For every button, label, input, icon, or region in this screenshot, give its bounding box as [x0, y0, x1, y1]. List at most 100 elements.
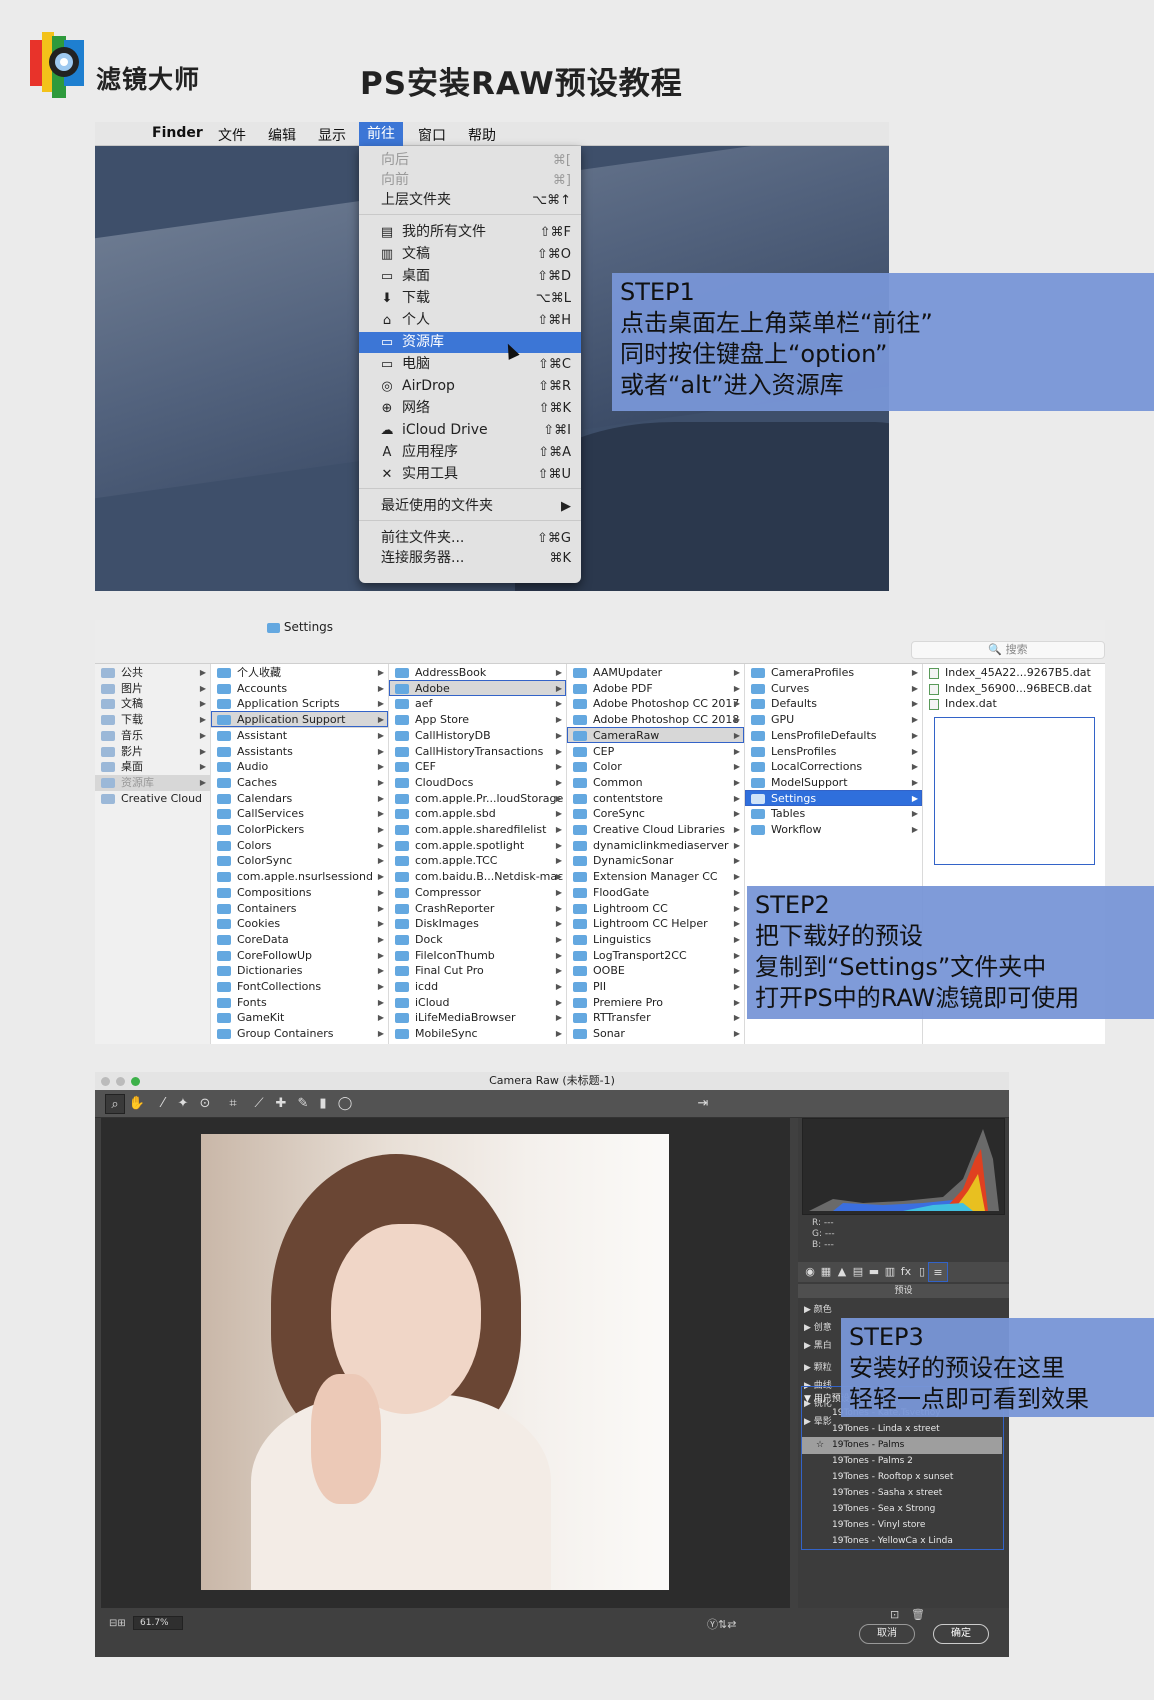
preset-group[interactable]: ▶ 创意	[804, 1320, 832, 1333]
presets-tab-icon[interactable]: ≡	[928, 1262, 948, 1282]
folder-item[interactable]: AddressBook ▶	[389, 665, 566, 681]
folder-item[interactable]: Dock ▶	[389, 932, 566, 948]
before-after-icon[interactable]: Ⓨ⇅⇄	[707, 1616, 736, 1632]
hand-tool-icon[interactable]: ✋	[127, 1094, 147, 1114]
folder-item[interactable]: 影片 ▶	[95, 744, 210, 760]
folder-item[interactable]: 个人收藏 ▶	[211, 665, 388, 681]
crop-icon[interactable]: ⌗	[223, 1094, 243, 1114]
folder-item[interactable]: Sonar ▶	[567, 1026, 744, 1042]
folder-item[interactable]: Assistants ▶	[211, 744, 388, 760]
folder-item[interactable]: 桌面 ▶	[95, 759, 210, 775]
folder-item[interactable]: CoreSync ▶	[567, 806, 744, 822]
go-menu-item-14[interactable]: ✕ 实用工具 ⇧⌘U	[359, 464, 581, 485]
go-menu-item-13[interactable]: A 应用程序 ⇧⌘A	[359, 442, 581, 463]
file-item[interactable]: Index.dat	[923, 696, 1105, 712]
folder-item[interactable]: Tables ▶	[745, 806, 922, 822]
folder-item[interactable]: Accounts ▶	[211, 681, 388, 697]
folder-item[interactable]: FileIconThumb ▶	[389, 948, 566, 964]
folder-item[interactable]: Dictionaries ▶	[211, 963, 388, 979]
folder-item[interactable]: Compressor ▶	[389, 885, 566, 901]
go-menu-item-3[interactable]: ▤ 我的所有文件 ⇧⌘F	[359, 222, 581, 243]
folder-item[interactable]: Fonts ▶	[211, 995, 388, 1011]
folder-item[interactable]: Adobe Photoshop CC 2018 ▶	[567, 712, 744, 728]
minimize-icon[interactable]	[116, 1077, 125, 1086]
folder-item[interactable]: MobileSync ▶	[389, 1026, 566, 1042]
folder-item[interactable]: 公共 ▶	[95, 665, 210, 681]
go-menu-item-0[interactable]: 向后 ⌘[	[359, 150, 581, 171]
zoom-tool-icon[interactable]: ⌕	[105, 1094, 125, 1114]
go-menu-item-2[interactable]: 上层文件夹 ⌥⌘↑	[359, 190, 581, 211]
folder-item[interactable]: com.apple.nsurlsessiond ▶	[211, 869, 388, 885]
folder-item[interactable]: 图片 ▶	[95, 681, 210, 697]
cancel-button[interactable]: 取消	[859, 1624, 915, 1644]
folder-item[interactable]: Containers ▶	[211, 901, 388, 917]
go-menu-item-8[interactable]: ▭ 资源库	[359, 332, 581, 353]
folder-item[interactable]: icdd ▶	[389, 979, 566, 995]
go-menu-item-6[interactable]: ⬇ 下载 ⌥⌘L	[359, 288, 581, 309]
folder-item[interactable]: PII ▶	[567, 979, 744, 995]
folder-item[interactable]: CloudDocs ▶	[389, 775, 566, 791]
brush-icon[interactable]: ✎	[293, 1094, 313, 1114]
folder-item[interactable]: com.apple.Pr...loudStorage ▶	[389, 791, 566, 807]
folder-item[interactable]: dynamiclinkmediaserver ▶	[567, 838, 744, 854]
folder-item[interactable]: GPU ▶	[745, 712, 922, 728]
preset-group[interactable]: ▶ 黑白	[804, 1338, 832, 1351]
go-menu-item-15[interactable]: 最近使用的文件夹 ▶	[359, 496, 581, 517]
folder-item[interactable]: CameraProfiles ▶	[745, 665, 922, 681]
folder-item[interactable]: 资源库 ▶	[95, 774, 210, 791]
radial-filter-icon[interactable]: ◯	[335, 1094, 355, 1114]
folder-item[interactable]: Creative Cloud	[95, 791, 210, 807]
color-sampler-icon[interactable]: ✦	[173, 1094, 193, 1114]
menu-view[interactable]: 显示	[318, 125, 346, 145]
file-item[interactable]: Index_56900...96BECB.dat	[923, 681, 1105, 697]
folder-item[interactable]: App Store ▶	[389, 712, 566, 728]
folder-item[interactable]: Compositions ▶	[211, 885, 388, 901]
zoom-out-icon[interactable]: ⊟⊞	[109, 1618, 126, 1629]
folder-item[interactable]: contentstore ▶	[567, 791, 744, 807]
open-preferences-icon[interactable]: ⇥	[693, 1094, 713, 1114]
folder-item[interactable]: LensProfileDefaults ▶	[745, 728, 922, 744]
folder-item[interactable]: ColorPickers ▶	[211, 822, 388, 838]
folder-item[interactable]: Linguistics ▶	[567, 932, 744, 948]
folder-item[interactable]: Audio ▶	[211, 759, 388, 775]
folder-item[interactable]: LocalCorrections ▶	[745, 759, 922, 775]
go-menu-item-12[interactable]: ☁ iCloud Drive ⇧⌘I	[359, 420, 581, 441]
folder-item[interactable]: FontCollections ▶	[211, 979, 388, 995]
folder-item[interactable]: FloodGate ▶	[567, 885, 744, 901]
folder-item[interactable]: Colors ▶	[211, 838, 388, 854]
folder-item[interactable]: RTTransfer ▶	[567, 1010, 744, 1026]
folder-item[interactable]: CoreData ▶	[211, 932, 388, 948]
folder-item[interactable]: OOBE ▶	[567, 963, 744, 979]
new-preset-icon[interactable]: ⊡	[890, 1608, 899, 1621]
folder-item[interactable]: CallServices ▶	[211, 806, 388, 822]
folder-item[interactable]: Curves ▶	[745, 681, 922, 697]
folder-item[interactable]: AAMUpdater ▶	[567, 665, 744, 681]
go-menu-item-4[interactable]: ▥ 文稿 ⇧⌘O	[359, 244, 581, 265]
folder-item[interactable]: LogTransport2CC ▶	[567, 948, 744, 964]
menu-window[interactable]: 窗口	[418, 125, 446, 145]
folder-item[interactable]: CallHistoryTransactions ▶	[389, 744, 566, 760]
go-menu-item-17[interactable]: 连接服务器... ⌘K	[359, 548, 581, 569]
folder-item[interactable]: ColorSync ▶	[211, 853, 388, 869]
folder-item[interactable]: com.apple.spotlight ▶	[389, 838, 566, 854]
folder-item[interactable]: 下载 ▶	[95, 712, 210, 728]
folder-item[interactable]: Group Containers ▶	[211, 1026, 388, 1042]
folder-item[interactable]: Premiere Pro ▶	[567, 995, 744, 1011]
go-menu-item-7[interactable]: ⌂ 个人 ⇧⌘H	[359, 310, 581, 331]
go-menu-item-10[interactable]: ◎ AirDrop ⇧⌘R	[359, 376, 581, 397]
folder-item[interactable]: Application Scripts ▶	[211, 696, 388, 712]
search-input[interactable]: 🔍 搜索	[911, 641, 1105, 659]
folder-item[interactable]: Assistant ▶	[211, 728, 388, 744]
folder-item[interactable]: Calendars ▶	[211, 791, 388, 807]
folder-item[interactable]: com.apple.sharedfilelist ▶	[389, 822, 566, 838]
folder-item[interactable]: iCloud ▶	[389, 995, 566, 1011]
preset-group[interactable]: ▶ 颗粒	[804, 1360, 832, 1373]
folder-item[interactable]: DiskImages ▶	[389, 916, 566, 932]
folder-item[interactable]: ModelSupport ▶	[745, 775, 922, 791]
folder-item[interactable]: GameKit ▶	[211, 1010, 388, 1026]
menu-file[interactable]: 文件	[218, 125, 246, 145]
folder-item[interactable]: Adobe ▶	[389, 679, 566, 697]
menu-help[interactable]: 帮助	[468, 125, 496, 145]
folder-item[interactable]: com.apple.TCC ▶	[389, 853, 566, 869]
file-item[interactable]: Index_45A22...9267B5.dat	[923, 665, 1105, 681]
